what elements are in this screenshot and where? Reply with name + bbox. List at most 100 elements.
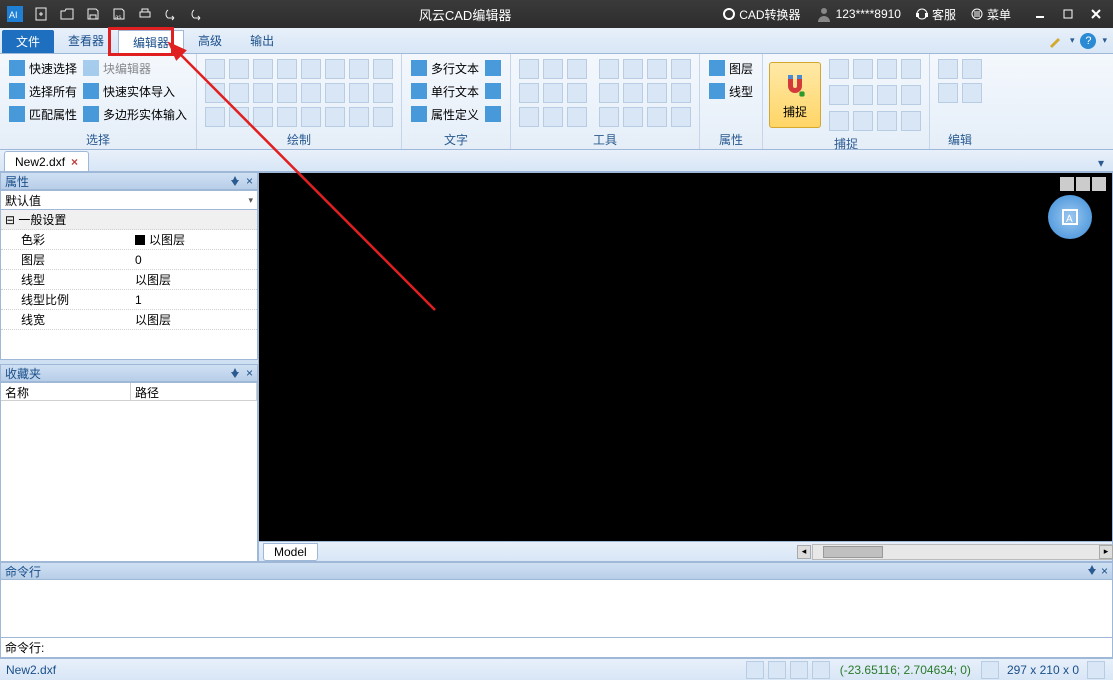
cut-icon[interactable] xyxy=(938,83,958,103)
status-polar-icon[interactable] xyxy=(812,661,830,679)
save-icon[interactable] xyxy=(82,3,104,25)
draw-arc-icon[interactable] xyxy=(229,59,249,79)
mirror-icon[interactable] xyxy=(623,59,643,79)
scale-icon[interactable] xyxy=(567,83,587,103)
panel-close-icon[interactable]: × xyxy=(246,174,253,188)
menu-button[interactable]: 菜单 xyxy=(966,3,1015,25)
h-scrollbar[interactable]: ◂ ▸ xyxy=(812,544,1112,560)
tab-file[interactable]: 文件 xyxy=(2,30,54,53)
extend-icon[interactable] xyxy=(519,83,539,103)
explode-icon[interactable] xyxy=(519,107,539,127)
paste-special-icon[interactable] xyxy=(962,83,982,103)
layer-button[interactable]: 图层 xyxy=(706,57,756,79)
draw-mline-icon[interactable] xyxy=(325,107,345,127)
canvas-close-icon[interactable] xyxy=(1092,177,1106,191)
attdef-button[interactable]: 属性定义 xyxy=(408,103,482,125)
help-arrow-icon[interactable]: ▾ xyxy=(1102,35,1107,46)
props-default-combo[interactable]: 默认值▾ xyxy=(0,190,258,210)
fav-col-path[interactable]: 路径 xyxy=(131,383,257,400)
block-editor-button[interactable]: 块编辑器 xyxy=(80,57,190,79)
command-panel-header[interactable]: 命令行 × xyxy=(0,562,1113,580)
help-icon[interactable]: ? xyxy=(1080,33,1096,49)
collapse-icon[interactable]: ⊟ xyxy=(5,213,15,227)
trim-icon[interactable] xyxy=(567,59,587,79)
draw-ray-icon[interactable] xyxy=(301,83,321,103)
scroll-thumb[interactable] xyxy=(823,546,883,558)
prop-row-layer[interactable]: 图层0 xyxy=(1,250,257,270)
drawing-canvas[interactable]: A xyxy=(259,173,1112,541)
draw-table-icon[interactable] xyxy=(301,107,321,127)
scroll-right-icon[interactable]: ▸ xyxy=(1099,545,1113,559)
draw-circle-icon[interactable] xyxy=(205,83,225,103)
status-grid-icon[interactable] xyxy=(768,661,786,679)
break-icon[interactable] xyxy=(671,83,691,103)
block-icon[interactable] xyxy=(647,107,667,127)
model-tab[interactable]: Model xyxy=(263,543,318,561)
snap-ins-icon[interactable] xyxy=(901,85,921,105)
minimize-button[interactable] xyxy=(1027,3,1053,25)
redo-icon[interactable] xyxy=(186,3,208,25)
status-ortho-icon[interactable] xyxy=(790,661,808,679)
draw-helix-icon[interactable] xyxy=(373,83,393,103)
mtext-button[interactable]: 多行文本 xyxy=(408,57,482,79)
fillet-icon[interactable] xyxy=(623,83,643,103)
draw-ellipse-icon[interactable] xyxy=(325,59,345,79)
stext-button[interactable]: 单行文本 xyxy=(408,80,482,102)
copy-icon[interactable] xyxy=(938,59,958,79)
text-spell-button[interactable] xyxy=(482,103,504,125)
draw-3dpoly-icon[interactable] xyxy=(349,83,369,103)
fav-panel-header[interactable]: 收藏夹 × xyxy=(0,364,258,382)
prop-row-linetype[interactable]: 线型以图层 xyxy=(1,270,257,290)
command-input[interactable] xyxy=(48,641,1108,655)
offset-icon[interactable] xyxy=(599,83,619,103)
open-icon[interactable] xyxy=(56,3,78,25)
pin-icon[interactable] xyxy=(230,367,242,379)
prop-row-color[interactable]: 色彩以图层 xyxy=(1,230,257,250)
draw-sketch-icon[interactable] xyxy=(349,107,369,127)
canvas-minimize-icon[interactable] xyxy=(1060,177,1074,191)
fav-col-name[interactable]: 名称 xyxy=(1,383,131,400)
prop-row-ltscale[interactable]: 线型比例1 xyxy=(1,290,257,310)
copy2-icon[interactable] xyxy=(599,59,619,79)
join-icon[interactable] xyxy=(543,107,563,127)
tab-editor[interactable]: 编辑器 xyxy=(118,30,184,53)
array-icon[interactable] xyxy=(647,59,667,79)
draw-point-icon[interactable] xyxy=(277,83,297,103)
status-snap-icon[interactable] xyxy=(746,661,764,679)
measure-icon[interactable] xyxy=(623,107,643,127)
chamfer-icon[interactable] xyxy=(647,83,667,103)
draw-wipeout-icon[interactable] xyxy=(277,107,297,127)
status-lock-icon[interactable] xyxy=(981,661,999,679)
draw-pline-icon[interactable] xyxy=(253,59,273,79)
tab-advanced[interactable]: 高级 xyxy=(184,28,236,53)
panel-close-icon[interactable]: × xyxy=(1101,564,1108,578)
close-button[interactable] xyxy=(1083,3,1109,25)
lengthen-icon[interactable] xyxy=(567,107,587,127)
snap-per-icon[interactable] xyxy=(829,111,849,131)
file-tab[interactable]: New2.dxf × xyxy=(4,151,89,171)
draw-rect-icon[interactable] xyxy=(277,59,297,79)
snap-ext-icon[interactable] xyxy=(877,85,897,105)
quick-import-button[interactable]: 快速实体导入 xyxy=(80,80,190,102)
draw-polygon-icon[interactable] xyxy=(205,107,225,127)
prop-row-lineweight[interactable]: 线宽以图层 xyxy=(1,310,257,330)
snap-qua-icon[interactable] xyxy=(829,85,849,105)
app-icon[interactable]: AI xyxy=(4,3,26,25)
props-category-general[interactable]: ⊟ 一般设置 xyxy=(1,210,257,230)
pin-icon[interactable] xyxy=(230,175,242,187)
draw-arc2-icon[interactable] xyxy=(229,83,249,103)
draw-line-icon[interactable] xyxy=(205,59,225,79)
align-icon[interactable] xyxy=(671,59,691,79)
snap-nea-icon[interactable] xyxy=(877,111,897,131)
linetype-button[interactable]: 线型 xyxy=(706,80,756,102)
move-icon[interactable] xyxy=(519,59,539,79)
view-cube-icon[interactable]: A xyxy=(1048,195,1092,239)
draw-xline-icon[interactable] xyxy=(325,83,345,103)
settings-arrow-icon[interactable]: ▾ xyxy=(1070,35,1075,46)
select-all-button[interactable]: 选择所有 xyxy=(6,80,80,102)
text-find-button[interactable] xyxy=(482,80,504,102)
snap-int-icon[interactable] xyxy=(853,85,873,105)
draw-spline-icon[interactable] xyxy=(301,59,321,79)
paste-icon[interactable] xyxy=(962,59,982,79)
divide-icon[interactable] xyxy=(599,107,619,127)
